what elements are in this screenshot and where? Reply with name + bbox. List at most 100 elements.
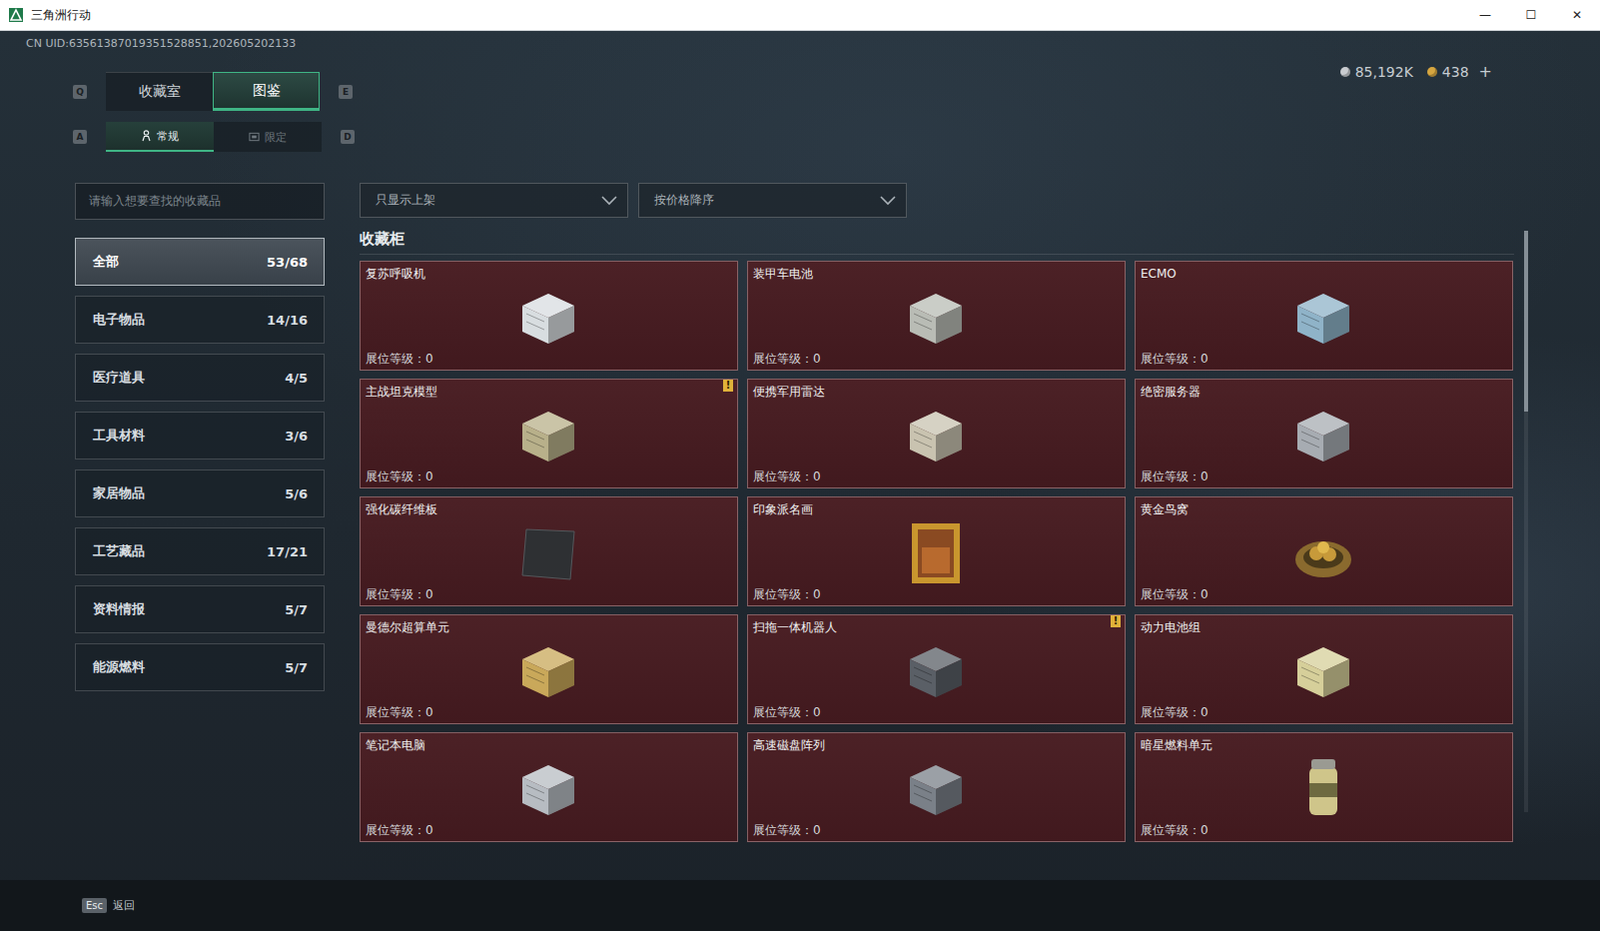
category-label: 电子物品: [92, 310, 145, 329]
item-name: 笔记本电脑: [365, 737, 732, 754]
game-logo-icon: [8, 7, 23, 22]
window-controls: —☐✕: [1462, 0, 1600, 30]
filter-dropdown[interactable]: 只显示上架: [359, 182, 629, 218]
currency-item: 85,192K: [1340, 63, 1414, 80]
item-card[interactable]: 扫拖一体机器人 展位等级：0 !: [747, 614, 1126, 725]
category-count: 4/5: [284, 370, 308, 386]
item-card[interactable]: 装甲车电池 展位等级：0: [747, 260, 1126, 371]
booth-level: 展位等级：0: [1140, 822, 1507, 838]
item-card[interactable]: 便携军用雷达 展位等级：0: [747, 378, 1126, 489]
filter-bar: 只显示上架 按价格降序: [359, 182, 1529, 218]
category-item[interactable]: 能源燃料 5/7: [74, 643, 325, 692]
esc-key[interactable]: Esc: [81, 897, 107, 913]
filter-dropdown[interactable]: 按价格降序: [638, 182, 907, 218]
booth-level: 展位等级：0: [365, 705, 732, 721]
category-item[interactable]: 全部 53/68: [74, 237, 325, 286]
booth-level: 展位等级：0: [365, 587, 732, 603]
add-currency-button[interactable]: +: [1479, 61, 1493, 81]
item-card[interactable]: 黄金鸟窝 展位等级：0: [1134, 496, 1514, 607]
item-card[interactable]: 曼德尔超算单元 展位等级：0: [359, 614, 739, 725]
item-name: 动力电池组: [1140, 619, 1507, 636]
main-tab[interactable]: 收藏室: [105, 71, 213, 111]
booth-level: 展位等级：0: [753, 469, 1119, 485]
scrollbar-thumb[interactable]: [1524, 230, 1529, 412]
main-tab[interactable]: 图鉴: [212, 71, 320, 111]
item-image-icon: [1283, 753, 1364, 823]
item-grid: 复苏呼吸机 展位等级：0 装甲车电池 展位等级：0 ECMO 展位等级：0 主战…: [359, 260, 1515, 842]
category-label: 家居物品: [92, 484, 145, 503]
item-card[interactable]: 强化碳纤维板 展位等级：0: [359, 496, 739, 607]
sub-tabs: A 常规 限定 D: [72, 121, 1600, 152]
item-name: 印象派名画: [753, 501, 1119, 518]
chevron-down-icon: [601, 195, 618, 206]
category-label: 医疗道具: [92, 368, 145, 387]
item-image-icon: [508, 517, 589, 588]
section-title: 收藏柜: [359, 228, 1515, 255]
main-tabs: Q 收藏室图鉴 E: [72, 71, 353, 111]
item-name: 暗星燃料单元: [1140, 737, 1507, 754]
window-title: 三角洲行动: [30, 6, 91, 24]
sub-tab[interactable]: 限定: [213, 121, 322, 152]
category-item[interactable]: 电子物品 14/16: [74, 295, 325, 344]
alert-badge: !: [723, 379, 734, 392]
search-input[interactable]: 请输入想要查找的收藏品: [74, 182, 325, 220]
coin-icon: [1340, 66, 1351, 77]
alert-badge: !: [1110, 615, 1121, 628]
category-count: 5/7: [284, 602, 308, 618]
game-window: 三角洲行动 —☐✕ CN UID:63561387019351528851,20…: [0, 0, 1600, 931]
window-control-button[interactable]: ✕: [1554, 0, 1600, 30]
category-label: 全部: [92, 252, 119, 271]
item-card[interactable]: 绝密服务器 展位等级：0: [1134, 378, 1514, 489]
booth-level: 展位等级：0: [753, 705, 1119, 721]
item-card[interactable]: 高速磁盘阵列 展位等级：0: [747, 732, 1126, 842]
category-label: 工艺藏品: [92, 542, 145, 561]
item-card[interactable]: ECMO 展位等级：0: [1134, 260, 1514, 371]
sidebar: 请输入想要查找的收藏品 全部 53/68 电子物品 14/16 医疗道具 4/5 工具…: [74, 182, 325, 880]
category-item[interactable]: 资料情报 5/7: [74, 585, 325, 634]
category-label: 能源燃料: [92, 658, 145, 677]
title-bar: 三角洲行动 —☐✕: [0, 0, 1600, 31]
item-card[interactable]: 动力电池组 展位等级：0: [1134, 614, 1514, 725]
coin-icon: [1427, 66, 1438, 77]
booth-level: 展位等级：0: [365, 469, 732, 485]
collection-content: 只显示上架 按价格降序 收藏柜 复苏呼吸机 展位等级：0 装甲车电池 展位等级：…: [359, 182, 1529, 880]
booth-level: 展位等级：0: [753, 351, 1119, 367]
item-image-icon: [895, 753, 976, 823]
category-item[interactable]: 家居物品 5/6: [74, 469, 325, 518]
window-control-button[interactable]: —: [1462, 0, 1509, 30]
back-label[interactable]: 返回: [112, 897, 135, 913]
item-name: 黄金鸟窝: [1140, 501, 1507, 518]
item-name: 强化碳纤维板: [365, 501, 732, 518]
sub-tab[interactable]: 常规: [105, 121, 214, 152]
category-count: 5/7: [284, 660, 308, 676]
category-item[interactable]: 工艺藏品 17/21: [74, 527, 325, 576]
item-image-icon: [508, 753, 589, 823]
frame-icon: [248, 130, 260, 143]
item-name: 主战坦克模型: [365, 383, 732, 400]
item-name: 装甲车电池: [753, 265, 1119, 282]
item-card[interactable]: 复苏呼吸机 展位等级：0: [359, 260, 739, 371]
item-card[interactable]: 印象派名画 展位等级：0: [747, 496, 1126, 607]
item-name: 高速磁盘阵列: [753, 737, 1119, 754]
item-card[interactable]: 暗星燃料单元 展位等级：0: [1134, 732, 1514, 842]
item-image-icon: [895, 399, 976, 470]
uid-label: CN UID:63561387019351528851,202605202133: [25, 36, 1600, 51]
booth-level: 展位等级：0: [753, 587, 1119, 603]
item-image-icon: [508, 635, 589, 706]
currency-item: 438: [1427, 63, 1470, 80]
key-hint: Q: [72, 84, 87, 99]
key-hint: E: [338, 84, 353, 99]
item-image-icon: [895, 517, 976, 588]
category-item[interactable]: 工具材料 3/6: [74, 411, 325, 460]
category-item[interactable]: 医疗道具 4/5: [74, 353, 325, 402]
item-card[interactable]: 主战坦克模型 展位等级：0 !: [359, 378, 739, 489]
window-control-button[interactable]: ☐: [1508, 0, 1555, 30]
category-label: 资料情报: [92, 600, 145, 619]
item-card[interactable]: 笔记本电脑 展位等级：0: [359, 732, 739, 842]
person-icon: [140, 129, 152, 142]
currency-amount: 85,192K: [1355, 63, 1414, 80]
item-name: 曼德尔超算单元: [365, 619, 732, 636]
category-count: 17/21: [266, 544, 308, 560]
booth-level: 展位等级：0: [1140, 469, 1507, 485]
scrollbar[interactable]: [1524, 230, 1529, 812]
